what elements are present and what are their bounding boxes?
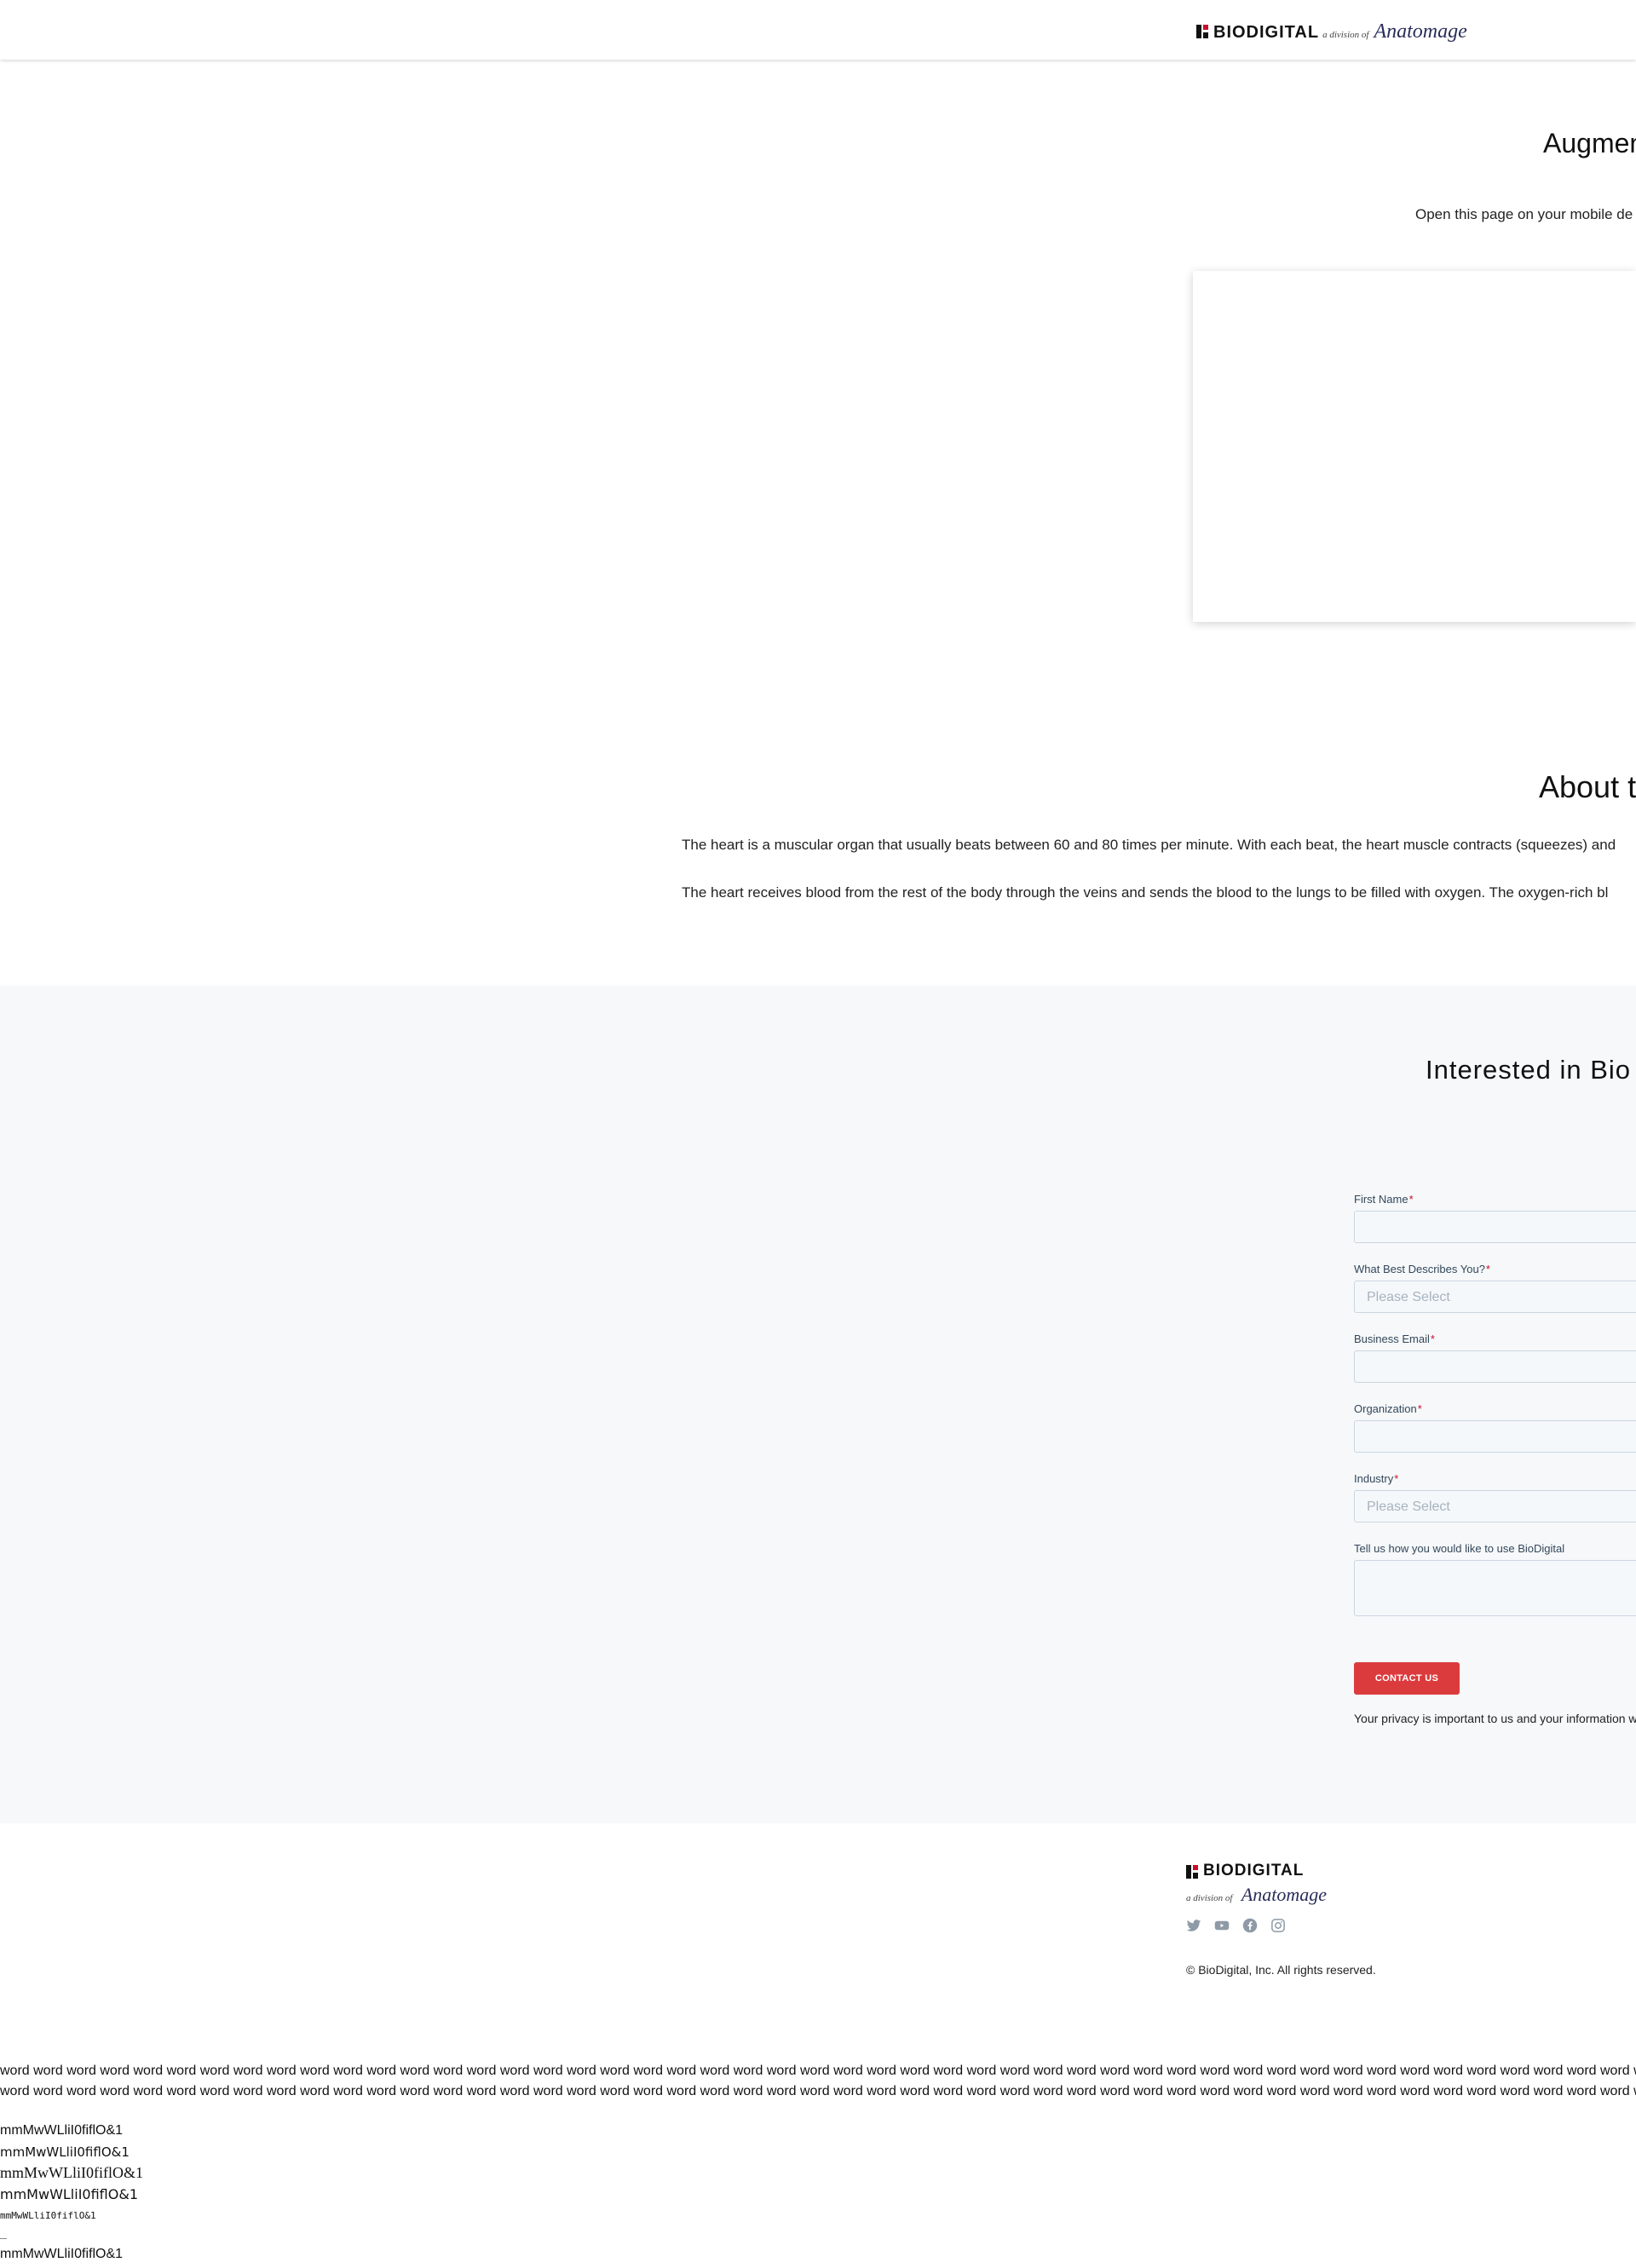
glyph-sample-6: mmMwWLliI0fiflO&1 <box>0 2247 124 2261</box>
biodigital-logo-icon <box>1196 25 1208 38</box>
footer-logo-parent: Anatomage <box>1241 1884 1328 1905</box>
footer-logo[interactable]: BIODIGITAL a division of Anatomage <box>1186 1862 1339 1906</box>
industry-select[interactable]: Please Select <box>1354 1490 1636 1523</box>
business-email-label: Business Email* <box>1354 1333 1435 1345</box>
twitter-icon[interactable] <box>1186 1918 1201 1933</box>
model-viewer[interactable] <box>1193 271 1636 622</box>
logo-division: a division of <box>1322 30 1369 40</box>
youtube-icon[interactable] <box>1214 1918 1230 1933</box>
required-mark: * <box>1394 1472 1399 1485</box>
word-line-1: word word word word word word word word … <box>0 2064 1636 2078</box>
usage-textarea[interactable] <box>1354 1560 1636 1616</box>
logo-parent: Anatomage <box>1374 20 1467 43</box>
describes-select[interactable]: Please Select <box>1354 1281 1636 1313</box>
organization-input[interactable] <box>1354 1420 1636 1453</box>
about-paragraph-1: The heart is a muscular organ that usual… <box>682 837 1616 853</box>
instagram-icon[interactable] <box>1270 1918 1286 1933</box>
required-mark: * <box>1485 1263 1490 1275</box>
required-mark: * <box>1430 1333 1435 1345</box>
divider <box>0 2238 7 2239</box>
glyph-sample-5: mmMwWLliI0fiflO&1 <box>0 2210 96 2221</box>
glyph-sample-4: mmMwWLliI0fiflO&1 <box>0 2186 138 2202</box>
glyph-sample-1: mmMwWLliI0fiflO&1 <box>0 2123 124 2138</box>
contact-us-button[interactable]: CONTACT US <box>1354 1662 1460 1695</box>
privacy-note: Your privacy is important to us and your… <box>1354 1712 1636 1725</box>
glyph-sample-3: mmMwWLliI0fiflO&1 <box>0 2164 143 2181</box>
about-paragraph-2: The heart receives blood from the rest o… <box>682 884 1609 901</box>
glyph-sample-2: mmMwWLliI0fiflO&1 <box>0 2144 130 2160</box>
word-line-2: word word word word word word word word … <box>0 2084 1636 2098</box>
site-header: BIODIGITAL a division of Anatomage <box>0 0 1636 60</box>
ar-subtitle: Open this page on your mobile de <box>1415 206 1633 222</box>
business-email-input[interactable] <box>1354 1350 1636 1383</box>
describes-label: What Best Describes You?* <box>1354 1263 1490 1275</box>
organization-label: Organization* <box>1354 1402 1422 1415</box>
first-name-input[interactable] <box>1354 1211 1636 1243</box>
about-title: About t <box>1539 769 1636 804</box>
first-name-label: First Name* <box>1354 1193 1414 1206</box>
ar-title: Augmen <box>1543 128 1636 158</box>
footer-logo-brand: BIODIGITAL <box>1203 1862 1305 1879</box>
facebook-icon[interactable] <box>1242 1918 1258 1933</box>
copyright: © BioDigital, Inc. All rights reserved. <box>1186 1963 1376 1977</box>
contact-title: Interested in Bio <box>1426 1055 1632 1085</box>
industry-label: Industry* <box>1354 1472 1399 1485</box>
footer-logo-division: a division of <box>1186 1893 1233 1903</box>
usage-label: Tell us how you would like to use BioDig… <box>1354 1542 1565 1555</box>
logo-brand: BIODIGITAL <box>1213 23 1320 42</box>
header-logo[interactable]: BIODIGITAL a division of Anatomage <box>1196 20 1467 43</box>
biodigital-logo-icon <box>1186 1865 1198 1879</box>
required-mark: * <box>1417 1402 1422 1415</box>
social-links <box>1186 1918 1286 1933</box>
required-mark: * <box>1408 1193 1414 1206</box>
